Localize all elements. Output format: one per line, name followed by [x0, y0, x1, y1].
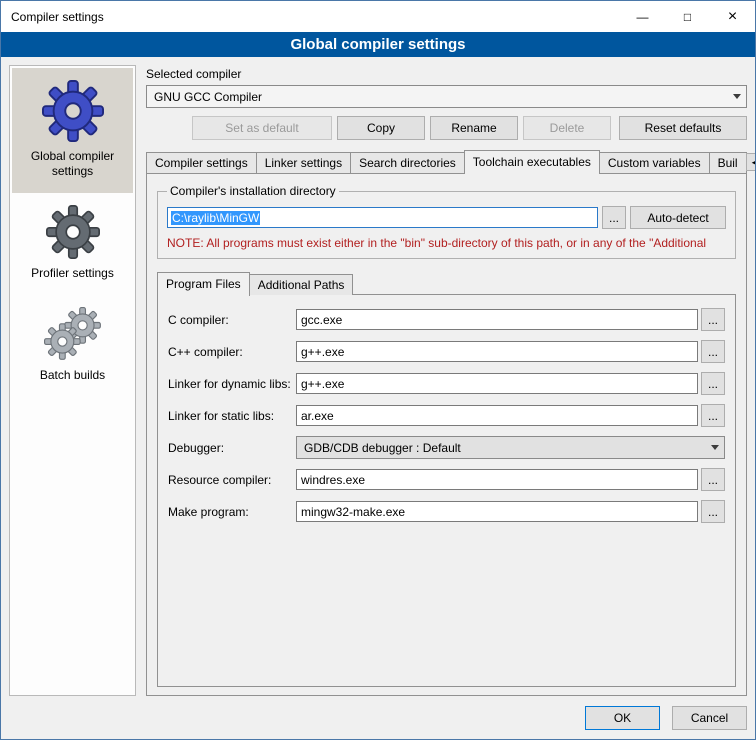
linker-dynamic-input[interactable]: [296, 373, 698, 394]
install-dir-browse-button[interactable]: ...: [602, 206, 626, 229]
compiler-settings-dialog: Compiler settings — □ × Global compiler …: [0, 0, 756, 740]
main-content: Selected compiler GNU GCC Compiler Set a…: [146, 65, 747, 696]
make-program-browse-button[interactable]: ...: [701, 500, 725, 523]
c-compiler-input[interactable]: [296, 309, 698, 330]
c-compiler-browse-button[interactable]: ...: [701, 308, 725, 331]
linker-dynamic-browse-button[interactable]: ...: [701, 372, 725, 395]
delete-button: Delete: [523, 116, 611, 140]
tab-scroll-left-button[interactable]: ◄: [746, 153, 756, 171]
compiler-tab-strip: Compiler settings Linker settings Search…: [146, 150, 747, 173]
make-program-label: Make program:: [168, 505, 296, 519]
linker-static-label: Linker for static libs:: [168, 409, 296, 423]
cpp-compiler-label: C++ compiler:: [168, 345, 296, 359]
settings-sidebar: Global compiler settings: [9, 65, 136, 696]
maximize-button[interactable]: □: [665, 1, 710, 32]
window-controls: — □ ×: [620, 1, 755, 32]
tab-build-options-truncated[interactable]: Buil: [709, 152, 747, 173]
page-title: Global compiler settings: [1, 32, 755, 57]
auto-detect-button[interactable]: Auto-detect: [630, 206, 726, 229]
profiler-settings-icon: [46, 205, 100, 259]
install-dir-group-label: Compiler's installation directory: [167, 184, 339, 198]
debugger-value: GDB/CDB debugger : Default: [304, 441, 461, 455]
install-dir-group: Compiler's installation directory C:\ray…: [157, 184, 736, 259]
linker-static-browse-button[interactable]: ...: [701, 404, 725, 427]
cpp-compiler-input[interactable]: [296, 341, 698, 362]
subtab-program-files[interactable]: Program Files: [157, 272, 250, 296]
sidebar-item-batch-builds[interactable]: Batch builds: [12, 295, 133, 397]
linker-static-input[interactable]: [296, 405, 698, 426]
executables-subtab-strip: Program Files Additional Paths: [157, 272, 736, 295]
chevron-down-icon: [728, 86, 746, 107]
linker-dynamic-row: Linker for dynamic libs: ...: [168, 372, 725, 395]
tab-linker-settings[interactable]: Linker settings: [256, 152, 351, 173]
sidebar-item-profiler-settings[interactable]: Profiler settings: [12, 193, 133, 295]
tab-compiler-settings[interactable]: Compiler settings: [146, 152, 257, 173]
c-compiler-row: C compiler: ...: [168, 308, 725, 331]
install-dir-input[interactable]: C:\raylib\MinGW: [167, 207, 598, 228]
subtab-additional-paths[interactable]: Additional Paths: [249, 274, 354, 295]
minimize-button[interactable]: —: [620, 1, 665, 32]
batch-builds-gears-icon: [44, 307, 102, 361]
copy-button[interactable]: Copy: [337, 116, 425, 140]
resource-compiler-label: Resource compiler:: [168, 473, 296, 487]
debugger-row: Debugger: GDB/CDB debugger : Default: [168, 436, 725, 459]
chevron-down-icon: [706, 437, 724, 458]
resource-compiler-browse-button[interactable]: ...: [701, 468, 725, 491]
window-title: Compiler settings: [1, 10, 104, 24]
rename-button[interactable]: Rename: [430, 116, 518, 140]
tab-scroll-controls: ◄ ►: [746, 153, 756, 173]
linker-dynamic-label: Linker for dynamic libs:: [168, 377, 296, 391]
titlebar: Compiler settings — □ ×: [1, 1, 755, 32]
sidebar-item-label: Profiler settings: [31, 266, 114, 281]
cancel-button[interactable]: Cancel: [672, 706, 747, 730]
maximize-icon: □: [684, 10, 691, 24]
compiler-actions: Set as default Copy Rename Delete Reset …: [146, 116, 747, 140]
global-compiler-settings-gear-icon: [42, 80, 104, 142]
close-button[interactable]: ×: [710, 1, 755, 32]
reset-defaults-button[interactable]: Reset defaults: [619, 116, 747, 140]
debugger-dropdown[interactable]: GDB/CDB debugger : Default: [296, 436, 725, 459]
install-dir-row: C:\raylib\MinGW ... Auto-detect: [167, 206, 726, 229]
cpp-compiler-browse-button[interactable]: ...: [701, 340, 725, 363]
toolchain-executables-panel: Compiler's installation directory C:\ray…: [146, 173, 747, 696]
tab-toolchain-executables[interactable]: Toolchain executables: [464, 150, 600, 174]
resource-compiler-row: Resource compiler: ...: [168, 468, 725, 491]
selected-compiler-dropdown[interactable]: GNU GCC Compiler: [146, 85, 747, 108]
minimize-icon: —: [637, 10, 649, 24]
dialog-body: Global compiler settings: [1, 57, 755, 700]
resource-compiler-input[interactable]: [296, 469, 698, 490]
debugger-label: Debugger:: [168, 441, 296, 455]
make-program-input[interactable]: [296, 501, 698, 522]
arrow-left-icon: ◄: [750, 158, 756, 167]
sidebar-item-label: Global compiler settings: [16, 149, 129, 179]
set-as-default-button: Set as default: [192, 116, 332, 140]
make-program-row: Make program: ...: [168, 500, 725, 523]
program-files-panel: C compiler: ... C++ compiler: ... Linker…: [157, 294, 736, 687]
c-compiler-label: C compiler:: [168, 313, 296, 327]
close-icon: ×: [728, 8, 737, 26]
tab-custom-variables[interactable]: Custom variables: [599, 152, 710, 173]
dialog-footer: OK Cancel: [1, 700, 755, 739]
linker-static-row: Linker for static libs: ...: [168, 404, 725, 427]
tab-search-directories[interactable]: Search directories: [350, 152, 465, 173]
install-dir-value: C:\raylib\MinGW: [171, 211, 260, 225]
cpp-compiler-row: C++ compiler: ...: [168, 340, 725, 363]
sidebar-item-label: Batch builds: [40, 368, 105, 383]
ok-button[interactable]: OK: [585, 706, 660, 730]
sidebar-item-global-compiler-settings[interactable]: Global compiler settings: [12, 68, 133, 193]
selected-compiler-value: GNU GCC Compiler: [154, 90, 262, 104]
install-dir-note: NOTE: All programs must exist either in …: [167, 236, 726, 250]
selected-compiler-label: Selected compiler: [146, 67, 747, 81]
